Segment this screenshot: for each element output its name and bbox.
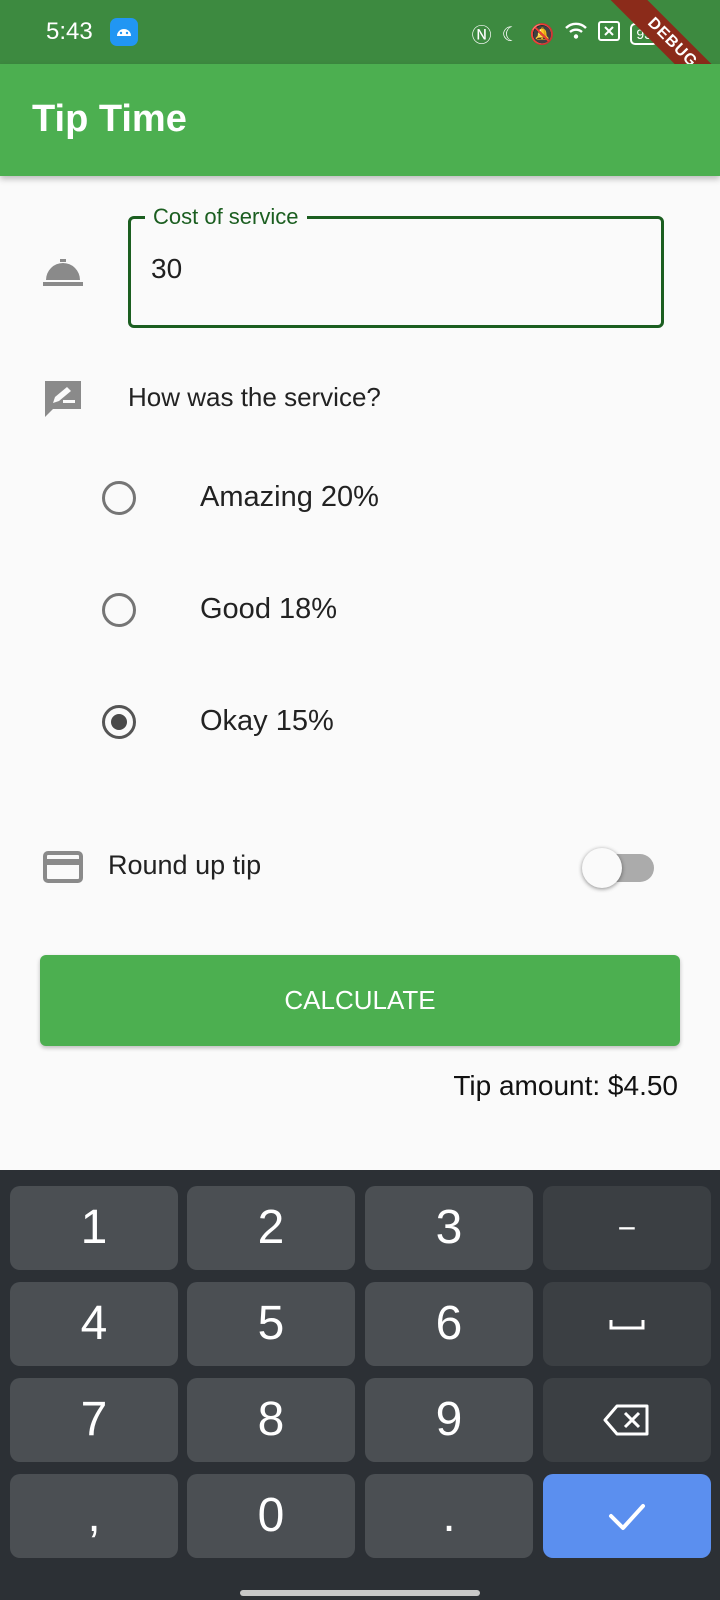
done-key[interactable]	[543, 1474, 711, 1558]
calculate-button[interactable]: CALCULATE	[40, 955, 680, 1046]
round-up-switch-thumb[interactable]	[582, 848, 622, 888]
key-8[interactable]: 8	[187, 1378, 355, 1462]
numeric-keyboard: 1 2 3 − 4 5 6 7 8 9 , 0 .	[0, 1170, 720, 1600]
android-icon	[110, 18, 138, 46]
key-6[interactable]: 6	[365, 1282, 533, 1366]
key-period[interactable]: .	[365, 1474, 533, 1558]
tip-amount: Tip amount: $4.50	[453, 1070, 678, 1101]
space-icon	[609, 1320, 645, 1330]
checkmark-icon	[609, 1504, 645, 1530]
space-key[interactable]	[543, 1282, 711, 1366]
key-7[interactable]: 7	[10, 1378, 178, 1462]
app-title: Tip Time	[32, 98, 187, 140]
key-1[interactable]: 1	[10, 1186, 178, 1270]
key-9[interactable]: 9	[365, 1378, 533, 1462]
option-amazing-label[interactable]: Amazing 20%	[200, 481, 379, 514]
backspace-key[interactable]	[543, 1378, 711, 1462]
key-3[interactable]: 3	[365, 1186, 533, 1270]
key-2[interactable]: 2	[187, 1186, 355, 1270]
sim-icon	[598, 21, 621, 46]
key-comma[interactable]: ,	[10, 1474, 178, 1558]
status-time: 5:43	[46, 18, 93, 45]
cost-of-service-value[interactable]: 30	[151, 253, 182, 285]
radio-good[interactable]	[102, 593, 136, 627]
moon-icon: ☾	[501, 21, 520, 46]
radio-selected-dot	[111, 714, 127, 730]
backspace-icon	[603, 1404, 649, 1436]
status-icons: Ⓝ ☾ 🔕 93	[472, 19, 658, 48]
vibrate-icon: 🔕	[529, 21, 555, 46]
key-5[interactable]: 5	[187, 1282, 355, 1366]
credit-card-icon	[43, 851, 83, 888]
radio-amazing[interactable]	[102, 481, 136, 515]
cost-of-service-label: Cost of service	[145, 204, 307, 230]
room-service-icon	[43, 258, 83, 295]
rate-review-icon	[43, 379, 83, 424]
round-up-tip-label: Round up tip	[108, 850, 262, 880]
gesture-nav-bar[interactable]	[240, 1590, 480, 1596]
key-4[interactable]: 4	[10, 1282, 178, 1366]
nfc-icon: Ⓝ	[471, 23, 492, 47]
cost-of-service-field[interactable]: Cost of service 30	[128, 204, 664, 328]
option-okay-label[interactable]: Okay 15%	[200, 705, 334, 738]
option-good-label[interactable]: Good 18%	[200, 593, 337, 626]
wifi-icon	[564, 21, 588, 46]
key-minus[interactable]: −	[543, 1186, 711, 1270]
key-0[interactable]: 0	[187, 1474, 355, 1558]
service-question: How was the service?	[128, 382, 381, 412]
app-bar: Tip Time	[0, 64, 720, 176]
status-bar: 5:43 Ⓝ ☾ 🔕 93 DEBUG	[0, 0, 720, 123]
radio-okay[interactable]	[102, 705, 136, 739]
